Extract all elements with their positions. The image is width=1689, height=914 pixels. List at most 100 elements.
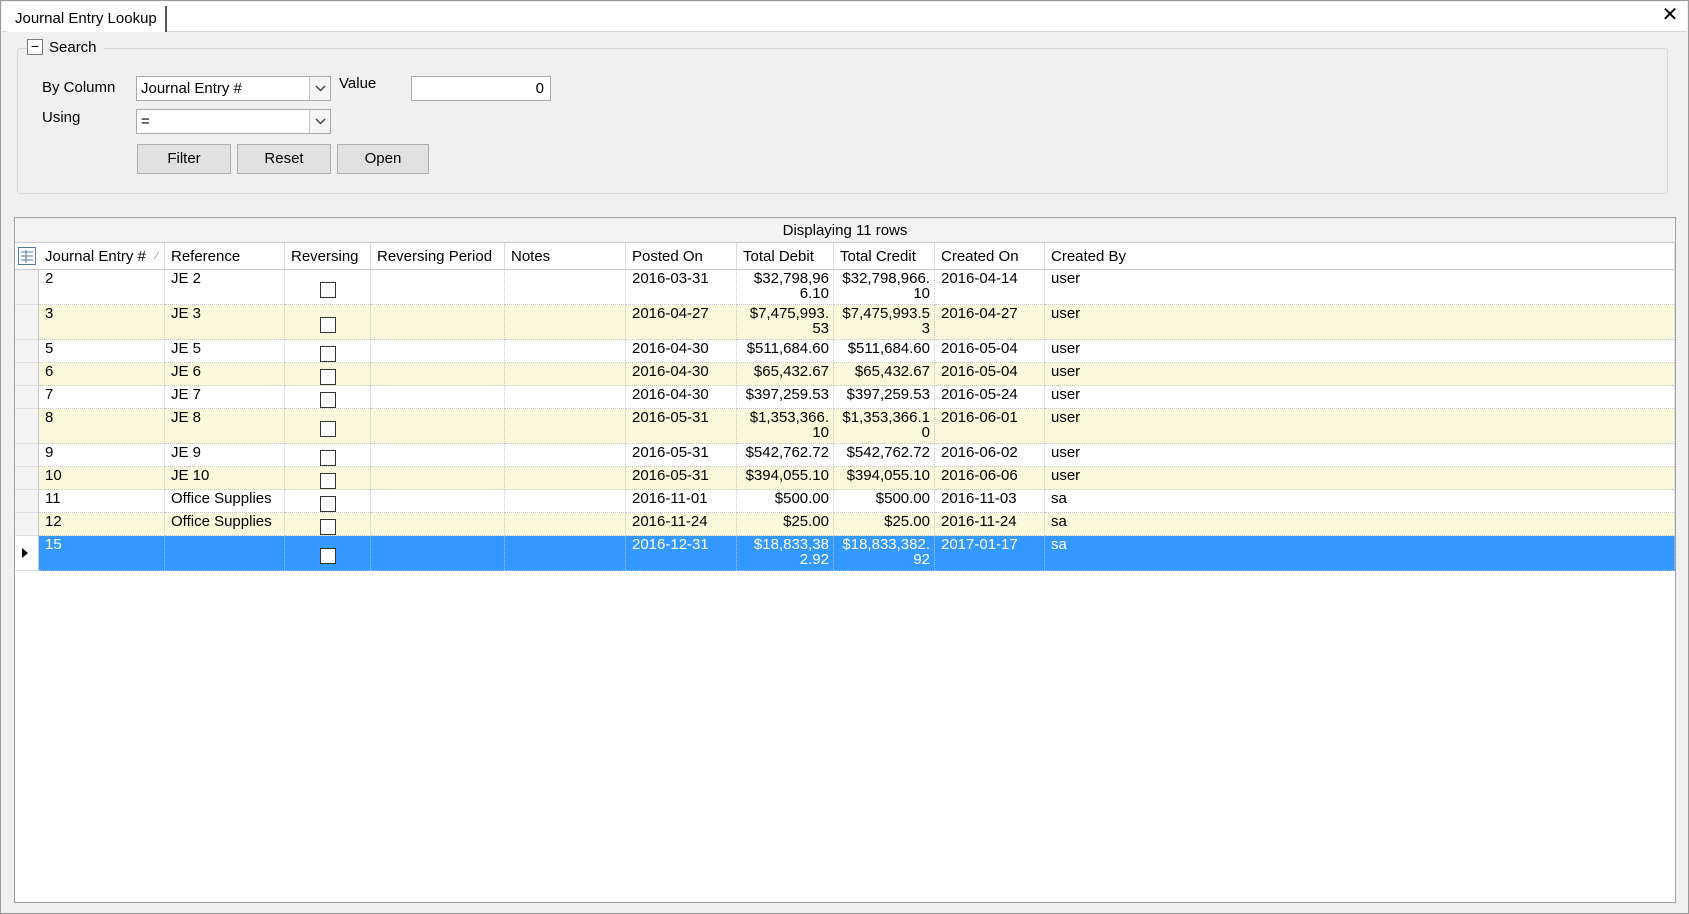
table-row[interactable]: 10 JE 10 2016-05-31 $394,055.10 $394,055.10 2… [15,467,1675,490]
row-header[interactable] [15,340,39,363]
cell-posted-on: 2016-04-27 [626,305,737,340]
row-header[interactable] [15,536,39,571]
column-header-label: Posted On [632,248,703,265]
row-header[interactable] [15,409,39,444]
cell-notes [505,467,626,490]
current-row-arrow-icon [22,548,28,558]
reversing-checkbox[interactable] [319,282,336,298]
filter-button[interactable]: Filter [137,144,231,174]
by-column-select[interactable]: Journal Entry # [136,76,331,101]
cell-journal-entry: 5 [39,340,165,363]
cell-total-debit: $65,432.67 [737,363,834,386]
cell-posted-on: 2016-04-30 [626,340,737,363]
reversing-checkbox[interactable] [319,346,336,362]
cell-created-on: 2016-05-24 [935,386,1045,409]
cell-reference: JE 10 [165,467,285,490]
cell-reversing [285,305,371,340]
cell-journal-entry: 2 [39,270,165,305]
row-header[interactable] [15,363,39,386]
table-row[interactable]: 6 JE 6 2016-04-30 $65,432.67 $65,432.67 2016-… [15,363,1675,386]
cell-reversing [285,409,371,444]
sort-indicator-icon: ⁄ [156,250,158,262]
reversing-checkbox[interactable] [319,369,336,385]
cell-created-by: sa [1045,513,1675,536]
cell-reference: JE 7 [165,386,285,409]
cell-reversing [285,536,371,571]
cell-created-on: 2016-11-03 [935,490,1045,513]
cell-total-debit: $394,055.10 [737,467,834,490]
cell-reversing-period [371,467,505,490]
collapse-icon[interactable]: − [27,39,43,55]
column-header-created-on[interactable]: Created On [935,243,1045,270]
cell-journal-entry: 3 [39,305,165,340]
cell-notes [505,490,626,513]
table-row[interactable]: 12 Office Supplies 2016-11-24 $25.00 $25.00 2… [15,513,1675,536]
chevron-down-icon[interactable] [309,77,330,100]
column-header-reference[interactable]: Reference [165,243,285,270]
cell-reference: JE 6 [165,363,285,386]
cell-total-debit: $542,762.72 [737,444,834,467]
reversing-checkbox[interactable] [319,519,336,535]
cell-posted-on: 2016-05-31 [626,409,737,444]
reset-button[interactable]: Reset [237,144,331,174]
column-header-label: Total Debit [743,248,814,265]
cell-created-by: user [1045,444,1675,467]
column-header-total-credit[interactable]: Total Credit [834,243,935,270]
column-header-notes[interactable]: Notes [505,243,626,270]
column-header-total-debit[interactable]: Total Debit [737,243,834,270]
value-label: Value [339,75,377,92]
reversing-checkbox[interactable] [319,496,336,512]
cell-journal-entry: 15 [39,536,165,571]
reversing-checkbox[interactable] [319,317,336,333]
chevron-down-icon[interactable] [309,110,330,133]
open-button[interactable]: Open [337,144,429,174]
row-header[interactable] [15,270,39,305]
using-select[interactable]: = [136,109,331,134]
cell-created-on: 2016-04-27 [935,305,1045,340]
cell-reversing-period [371,490,505,513]
table-row[interactable]: 7 JE 7 2016-04-30 $397,259.53 $397,259.53 201… [15,386,1675,409]
cell-created-by: user [1045,270,1675,305]
cell-total-debit: $25.00 [737,513,834,536]
row-header[interactable] [15,490,39,513]
cell-reversing-period [371,386,505,409]
value-input[interactable]: 0 [411,76,551,101]
table-row[interactable]: 2 JE 2 2016-03-31 $32,798,966.10 $32,798,966… [15,270,1675,305]
cell-total-debit: $1,353,366.10 [737,409,834,444]
cell-total-credit: $65,432.67 [834,363,935,386]
tab-journal-entry-lookup[interactable]: Journal Entry Lookup [7,6,167,32]
row-header[interactable] [15,305,39,340]
row-header[interactable] [15,467,39,490]
table-row[interactable]: 8 JE 8 2016-05-31 $1,353,366.10 $1,353,366.1… [15,409,1675,444]
reversing-checkbox[interactable] [319,548,336,564]
row-header[interactable] [15,444,39,467]
column-chooser-icon[interactable] [17,246,37,266]
reversing-checkbox[interactable] [319,450,336,466]
reversing-checkbox[interactable] [319,392,336,408]
table-row[interactable]: 15 2016-12-31 $18,833,382.92 $18,833,382.92… [15,536,1675,571]
row-header[interactable] [15,386,39,409]
cell-created-by: user [1045,340,1675,363]
table-row[interactable]: 11 Office Supplies 2016-11-01 $500.00 $500.0… [15,490,1675,513]
reversing-checkbox[interactable] [319,421,336,437]
cell-reversing [285,513,371,536]
journal-entries-grid[interactable]: Displaying 11 rows Journal Entry # ⁄ Refer… [14,217,1676,903]
table-row[interactable]: 3 JE 3 2016-04-27 $7,475,993.53 $7,475,993.5… [15,305,1675,340]
reversing-checkbox[interactable] [319,473,336,489]
column-header-created-by[interactable]: Created By [1045,243,1675,270]
cell-reference: JE 9 [165,444,285,467]
cell-reversing [285,363,371,386]
close-icon[interactable]: ✕ [1659,4,1681,26]
column-header-reversing[interactable]: Reversing [285,243,371,270]
table-row[interactable]: 5 JE 5 2016-04-30 $511,684.60 $511,684.60 201… [15,340,1675,363]
table-row[interactable]: 9 JE 9 2016-05-31 $542,762.72 $542,762.72 201… [15,444,1675,467]
row-header[interactable] [15,513,39,536]
cell-reversing [285,467,371,490]
column-header-reversing-period[interactable]: Reversing Period [371,243,505,270]
column-header-posted-on[interactable]: Posted On [626,243,737,270]
cell-notes [505,409,626,444]
cell-reversing [285,340,371,363]
cell-created-by: user [1045,363,1675,386]
column-header-journal-entry[interactable]: Journal Entry # ⁄ [39,243,165,270]
document-tabstrip: Journal Entry Lookup ✕ [2,2,1687,32]
